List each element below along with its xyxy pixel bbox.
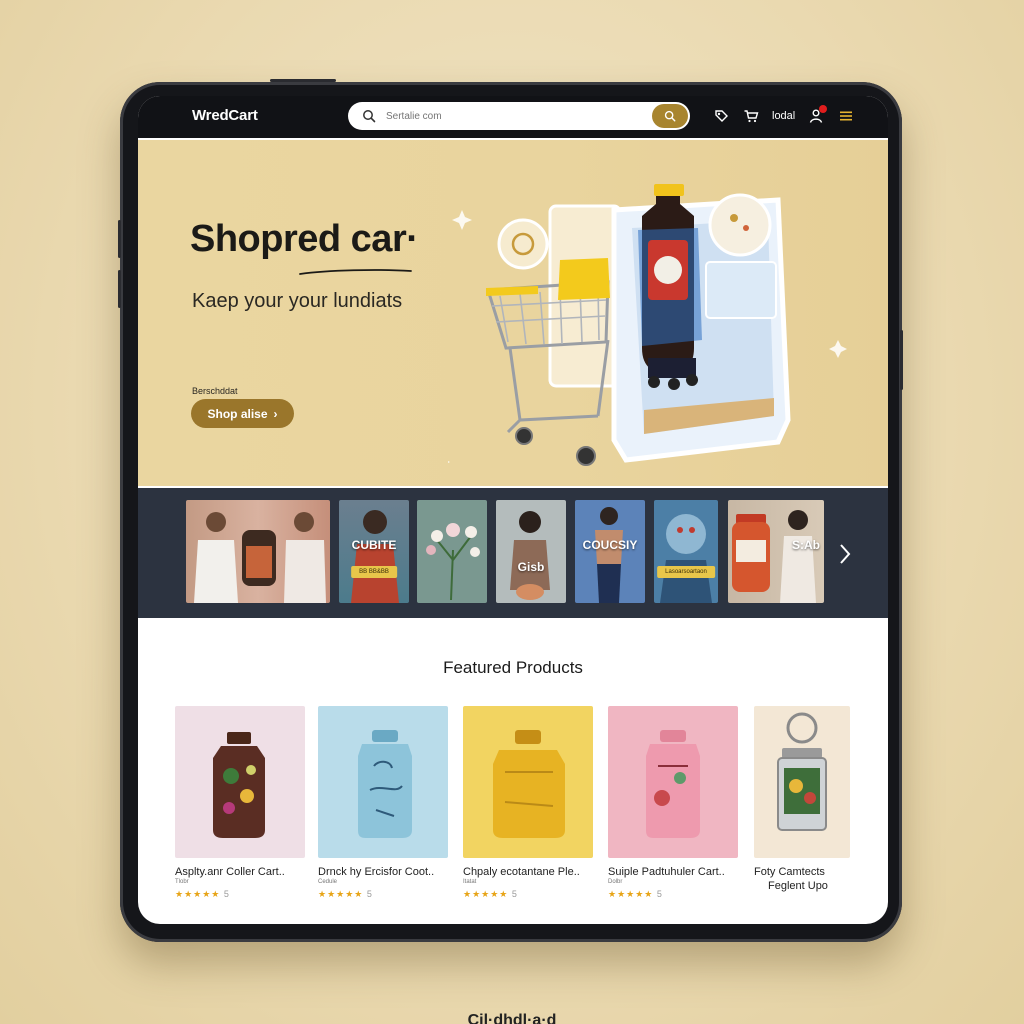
hero-subtitle: Kaep your your lundiats	[192, 290, 403, 312]
product-rating: ★★★★★ 5	[318, 889, 373, 899]
volume-button	[118, 270, 121, 308]
category-tile[interactable]	[417, 500, 487, 603]
category-label: S:Ab	[792, 538, 820, 552]
hero-underline	[299, 269, 412, 275]
user-icon[interactable]	[807, 105, 828, 125]
sparkle-icon	[829, 340, 847, 358]
product-card[interactable]: Asplty.anr Coller Cart.. Tlobr ★★★★★ 5	[175, 706, 305, 900]
search-icon	[363, 110, 376, 123]
product-box-illustration	[611, 184, 791, 463]
search-input[interactable]	[386, 110, 636, 122]
product-card[interactable]: Foty Camtects Feglent Upo	[754, 706, 850, 892]
product-image[interactable]	[175, 706, 305, 858]
cart-icon[interactable]	[742, 107, 760, 125]
product-image[interactable]	[463, 706, 593, 858]
product-subtitle: Cedule	[318, 879, 338, 885]
people-tshirt-image	[194, 512, 326, 603]
search-submit-button[interactable]	[652, 104, 688, 128]
product-subtitle: Feglent Upo	[768, 880, 828, 892]
hero-title: Shopred car·	[190, 218, 419, 260]
hero-illustration	[448, 184, 847, 466]
search-bar[interactable]	[348, 102, 690, 130]
notification-badge	[819, 105, 828, 113]
product-name[interactable]: Suiple Padtuhuler Cart..	[608, 866, 738, 878]
product-image[interactable]	[754, 706, 850, 858]
flowers-image	[426, 523, 480, 601]
category-tile[interactable]: COUCSIY	[575, 500, 645, 603]
category-strip: CUBITE BB BB&BB Gisb COUCSIY Lasoarsoart…	[138, 488, 888, 618]
product-image[interactable]	[318, 706, 448, 858]
sparkle-icon	[448, 461, 450, 463]
product-rating: ★★★★★ 5	[608, 889, 663, 899]
product-subtitle: Tlobr	[175, 879, 189, 885]
top-button	[270, 79, 336, 82]
category-label: CUBITE	[351, 538, 397, 552]
category-tile[interactable]: CUBITE BB BB&BB	[339, 500, 409, 603]
hero-banner: Shopred car· Kaep your your lundiats Ber…	[138, 140, 888, 513]
product-rating: ★★★★★ 5	[463, 889, 518, 899]
category-tile[interactable]: Gisb	[496, 500, 566, 603]
product-subtitle: Dolbr	[608, 879, 623, 885]
brand-logo[interactable]: WredCart	[192, 107, 258, 124]
app-screen: WredCart lodal	[138, 96, 888, 924]
chevron-right-icon[interactable]	[838, 542, 852, 566]
featured-products-heading: Featured Products	[443, 658, 583, 677]
illustration-image	[660, 514, 712, 603]
account-label[interactable]: lodal	[772, 110, 795, 122]
product-image[interactable]	[608, 706, 738, 858]
power-button	[900, 330, 903, 390]
volume-button	[118, 220, 121, 258]
category-label: Gisb	[517, 560, 545, 574]
product-card[interactable]: Drnck hy Ercisfor Coot.. Cedule ★★★★★ 5	[318, 706, 448, 900]
category-pill: BB BB&BB	[351, 566, 397, 578]
hero-tagline: Berschddat	[192, 386, 238, 396]
product-card[interactable]: Suiple Padtuhuler Cart.. Dolbr ★★★★★ 5	[608, 706, 738, 900]
product-name[interactable]: Drnck hy Ercisfor Coot..	[318, 866, 448, 878]
search-icon	[664, 110, 676, 122]
product-name[interactable]: Asplty.anr Coller Cart..	[175, 866, 305, 878]
top-navigation-bar: WredCart lodal	[138, 96, 888, 138]
top-actions: lodal	[712, 105, 855, 125]
product-name[interactable]: Chpaly ecotantane Ple..	[463, 866, 593, 878]
product-rating: ★★★★★ 5	[175, 889, 230, 899]
shop-now-label: Shop alise	[207, 406, 268, 421]
product-subtitle: Itatat	[463, 879, 477, 885]
product-name[interactable]: Foty Camtects	[754, 866, 850, 878]
shop-now-button[interactable]: Shop alise ›	[191, 399, 294, 428]
category-tile[interactable]: Lasoarsoartaon	[654, 500, 718, 603]
category-tile[interactable]	[186, 500, 330, 603]
menu-icon[interactable]	[837, 107, 855, 125]
product-card[interactable]: Chpaly ecotantane Ple.. Itatat ★★★★★ 5	[463, 706, 593, 900]
tag-icon[interactable]	[712, 107, 730, 125]
category-tile[interactable]: S:Ab	[728, 500, 824, 603]
person-image	[510, 511, 550, 600]
footer-caption: Cil·dhdl·a·d	[467, 1012, 557, 1024]
category-pill: Lasoarsoartaon	[657, 566, 715, 578]
badge-circle	[497, 218, 549, 270]
category-label: COUCSIY	[582, 538, 638, 552]
chevron-right-icon: ›	[273, 406, 278, 421]
sparkle-icon	[452, 210, 472, 230]
